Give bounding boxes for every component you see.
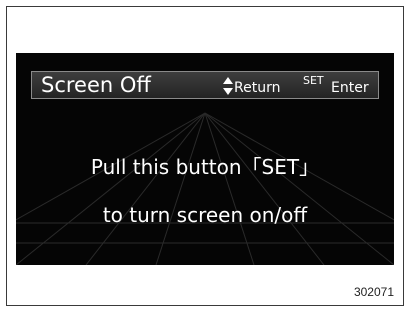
figure-number: 302071 bbox=[353, 285, 394, 299]
enter-label: Enter bbox=[331, 80, 369, 96]
instruction-line-1: Pull this button「SET」 bbox=[90, 155, 320, 179]
screen-header-bar: Screen Off Return SET Enter bbox=[31, 71, 379, 99]
screen-off-title: Screen Off bbox=[41, 73, 151, 97]
display-screen: Screen Off Return SET Enter Pull this bu… bbox=[16, 53, 394, 265]
instruction-line-2: to turn screen on/off bbox=[102, 203, 308, 227]
return-label: Return bbox=[234, 80, 281, 96]
set-label: SET bbox=[303, 74, 324, 87]
up-down-arrow-icon bbox=[223, 77, 233, 95]
